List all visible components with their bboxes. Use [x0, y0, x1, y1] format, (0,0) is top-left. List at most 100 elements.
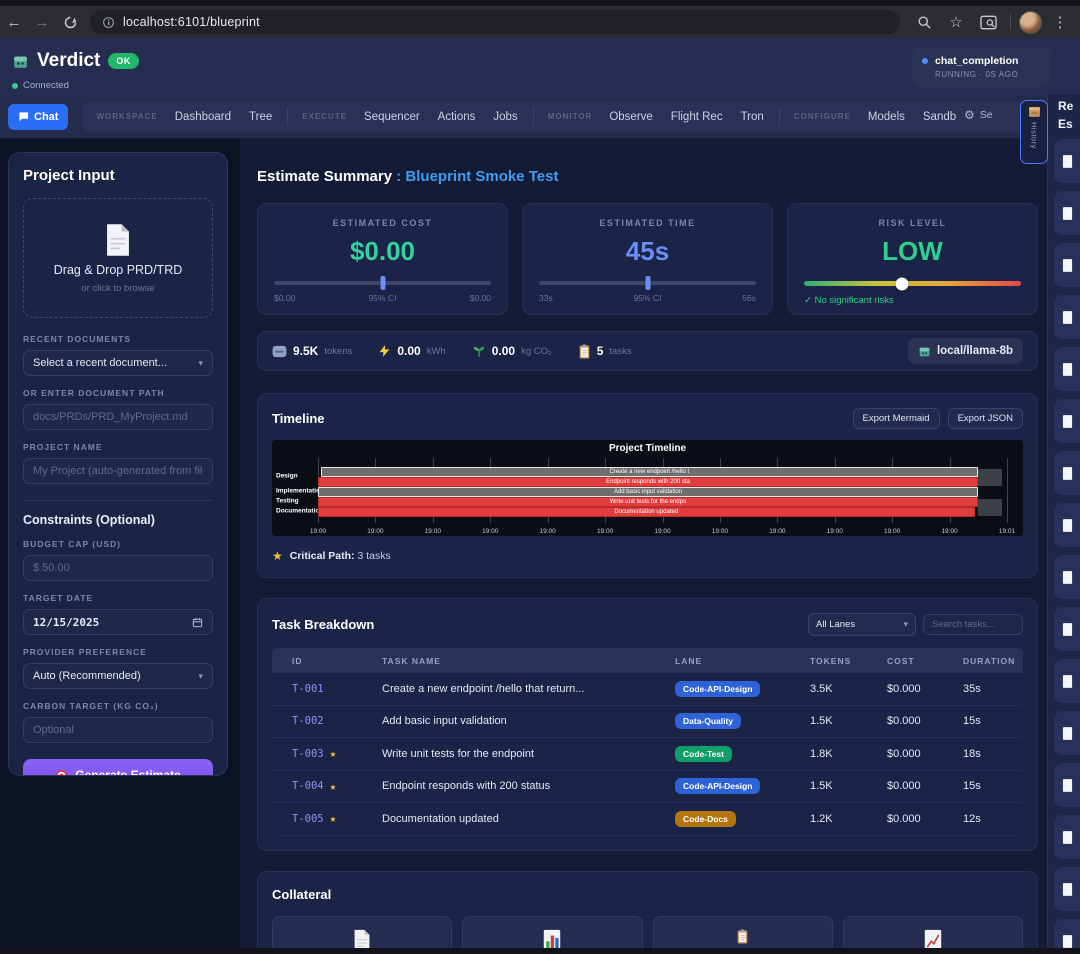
back-icon[interactable]: ←: [0, 14, 28, 31]
recent-estimates-panel: Re Es: [1047, 95, 1080, 954]
settings-button[interactable]: ⚙ Se: [956, 103, 1028, 127]
critical-star-icon: ★: [330, 812, 337, 825]
site-info-icon[interactable]: [102, 16, 115, 29]
nav-item-tron[interactable]: Tron: [732, 107, 773, 127]
table-row-t-004[interactable]: T-004★Endpoint responds with 200 statusC…: [272, 771, 1023, 804]
tab-search-icon[interactable]: [974, 15, 1002, 30]
recent-estimate-item[interactable]: [1054, 243, 1080, 287]
task-id: T-001: [292, 683, 382, 695]
export-json-button[interactable]: Export JSON: [948, 408, 1023, 429]
model-chip[interactable]: local/llama-8b: [908, 338, 1023, 364]
connected-dot: [12, 83, 18, 89]
gantt-bar-documentation-updated[interactable]: Documentation updated: [318, 507, 975, 517]
estimate-summary-heading: Estimate Summary : Blueprint Smoke Test: [257, 168, 1048, 185]
task-cost: $0.000: [887, 813, 963, 825]
recent-estimate-item[interactable]: [1054, 555, 1080, 599]
recent-estimate-item[interactable]: [1054, 191, 1080, 235]
target-date-input[interactable]: 12/15/2025: [23, 609, 213, 635]
address-bar[interactable]: localhost:6101/blueprint: [90, 10, 900, 34]
calendar-icon[interactable]: [192, 617, 203, 628]
reload-icon[interactable]: [56, 15, 84, 30]
project-name-input[interactable]: [23, 458, 213, 484]
profile-avatar[interactable]: [1019, 11, 1042, 34]
nav-item-observe[interactable]: Observe: [600, 107, 661, 127]
task-breakdown-panel: Task Breakdown All Lanes ▾ IDTASK NAMELA…: [257, 598, 1038, 851]
recent-estimate-item[interactable]: [1054, 295, 1080, 339]
column-header-tokens: TOKENS: [810, 656, 887, 666]
chat-button[interactable]: Chat: [8, 104, 68, 130]
generate-estimate-button[interactable]: Generate Estimate: [23, 759, 213, 776]
gantt-tail-block: [978, 499, 1002, 516]
nav-item-actions[interactable]: Actions: [429, 107, 485, 127]
nav-item-tree[interactable]: Tree: [240, 107, 281, 127]
recent-estimate-item[interactable]: [1054, 815, 1080, 859]
time-ci-row: 33s 95% CI 56s: [539, 293, 756, 303]
recent-estimate-item[interactable]: [1054, 347, 1080, 391]
recent-estimate-item[interactable]: [1054, 139, 1080, 183]
carbon-target-input[interactable]: [23, 717, 213, 743]
recent-estimate-item[interactable]: [1054, 451, 1080, 495]
nav-item-models[interactable]: Models: [859, 107, 914, 127]
time-ci-slider[interactable]: [539, 281, 756, 285]
recent-estimate-item[interactable]: [1054, 607, 1080, 651]
column-header-cost: COST: [887, 656, 963, 666]
nav-groups: WORKSPACEDashboardTreeEXECUTESequencerAc…: [82, 102, 1080, 132]
risk-label: RISK LEVEL: [804, 218, 1021, 228]
recent-estimate-item[interactable]: [1054, 867, 1080, 911]
sidebar-title: Project Input: [23, 167, 213, 184]
table-row-t-002[interactable]: T-002Add basic input validationData-Qual…: [272, 706, 1023, 739]
recent-documents-select[interactable]: Select a recent document... ▾: [23, 350, 213, 376]
table-row-t-005[interactable]: T-005★Documentation updatedCode-Docs1.2K…: [272, 803, 1023, 836]
gantt-axis-tick: 19:00: [769, 528, 785, 535]
risk-gauge[interactable]: [804, 281, 1021, 286]
file-dropzone[interactable]: Drag & Drop PRD/TRD or click to browse: [23, 198, 213, 318]
history-drawer-toggle[interactable]: History: [1020, 100, 1048, 164]
nav-item-flight-rec[interactable]: Flight Rec: [662, 107, 732, 127]
lane-filter-select[interactable]: All Lanes ▾: [808, 613, 916, 636]
risk-gauge-thumb[interactable]: [895, 277, 908, 290]
time-slider-thumb[interactable]: [645, 276, 650, 290]
document-icon: [1062, 778, 1073, 793]
chat-label: Chat: [34, 111, 58, 123]
gantt-bar-add-basic-input-validati[interactable]: Add basic input validation: [318, 487, 978, 497]
budget-cap-input[interactable]: [23, 555, 213, 581]
menu-dots-icon[interactable]: ⋮: [1046, 13, 1074, 31]
recent-estimates-title-line1: Re: [1058, 99, 1080, 113]
gantt-bar-create-a-new-endpoint-he[interactable]: Create a new endpoint /hello t: [321, 467, 978, 477]
job-running-dot: [922, 58, 928, 64]
recent-estimate-item[interactable]: [1054, 399, 1080, 443]
recent-estimate-item[interactable]: [1054, 659, 1080, 703]
bookmark-star-icon[interactable]: ☆: [942, 13, 970, 31]
summary-separator: :: [396, 168, 401, 185]
forward-icon[interactable]: →: [28, 14, 56, 31]
browser-actions: ☆ ⋮: [910, 11, 1074, 34]
task-table-body: T-001Create a new endpoint /hello that r…: [272, 673, 1023, 836]
robot-icon: [918, 345, 931, 358]
export-mermaid-button[interactable]: Export Mermaid: [853, 408, 940, 429]
table-row-t-003[interactable]: T-003★Write unit tests for the endpointC…: [272, 738, 1023, 771]
gantt-bar-endpoint-responds-with-2[interactable]: Endpoint responds with 200 sta: [318, 477, 978, 487]
cost-ci-slider[interactable]: [274, 281, 491, 285]
summary-cards: ESTIMATED COST $0.00 $0.00 95% CI $0.00 …: [257, 203, 1038, 315]
critical-star-icon: ★: [330, 780, 337, 793]
task-name: Create a new endpoint /hello that return…: [382, 683, 675, 695]
recent-estimate-item[interactable]: [1054, 503, 1080, 547]
gantt-bar-write-unit-tests-for-the[interactable]: Write unit tests for the endpo: [318, 497, 978, 507]
target-date-value: 12/15/2025: [33, 616, 99, 629]
nav-item-jobs[interactable]: Jobs: [484, 107, 526, 127]
provider-preference-select[interactable]: Auto (Recommended) ▾: [23, 663, 213, 689]
nav-item-dashboard[interactable]: Dashboard: [166, 107, 240, 127]
cost-ci-row: $0.00 95% CI $0.00: [274, 293, 491, 303]
recent-estimate-item[interactable]: [1054, 763, 1080, 807]
table-row-t-001[interactable]: T-001Create a new endpoint /hello that r…: [272, 673, 1023, 706]
stat-kwh: 0.00kWh: [378, 344, 445, 358]
nav-item-sequencer[interactable]: Sequencer: [355, 107, 429, 127]
task-cost: $0.000: [887, 683, 963, 695]
task-id: T-004★: [292, 780, 382, 793]
document-path-input[interactable]: [23, 404, 213, 430]
recent-estimate-item[interactable]: [1054, 711, 1080, 755]
task-search-input[interactable]: [923, 614, 1023, 635]
job-status-card[interactable]: chat_completion RUNNING · 0S AGO: [912, 47, 1050, 87]
search-icon[interactable]: [910, 15, 938, 30]
cost-slider-thumb[interactable]: [380, 276, 385, 290]
